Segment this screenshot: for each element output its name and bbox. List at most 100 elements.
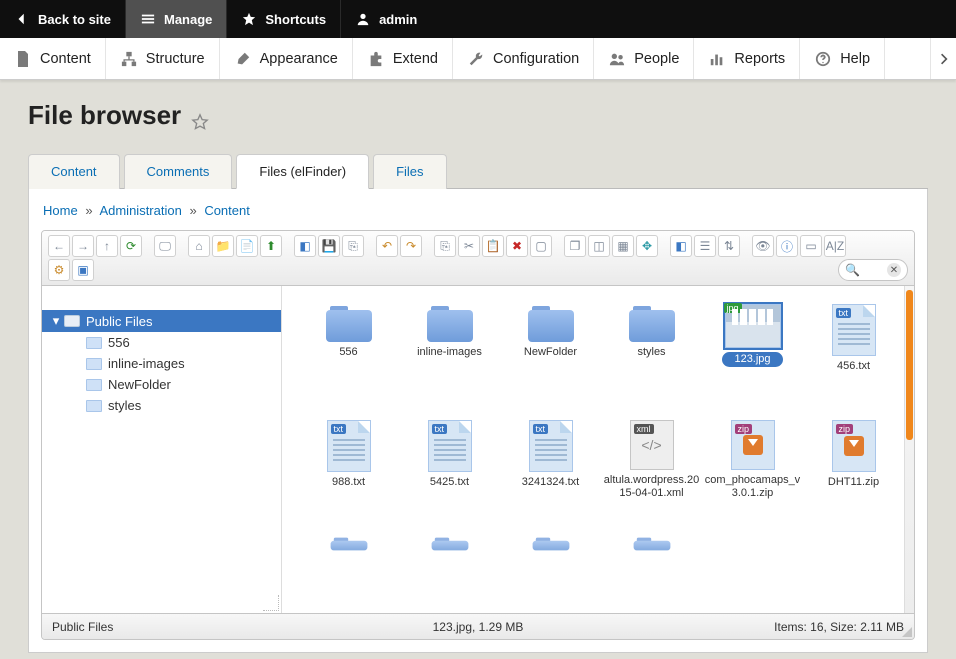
copy-icon[interactable]: ⎘ [434,235,456,257]
paste-icon[interactable]: 📋 [482,235,504,257]
tree-item[interactable]: inline-images [42,353,281,374]
netmount-icon[interactable]: 🖵 [154,235,176,257]
tree-item[interactable]: NewFolder [42,374,281,395]
forward-icon[interactable]: → [72,235,94,257]
folder-icon [532,536,569,550]
extract-icon[interactable]: ⚙ [48,259,70,281]
menu-structure[interactable]: Structure [106,38,220,79]
quicklook-icon[interactable]: ▭ [800,235,822,257]
folder-icon [528,304,574,342]
info-icon[interactable]: ⓘ [776,235,798,257]
shortcuts-menu[interactable]: Shortcuts [227,0,341,38]
home-icon[interactable]: ⌂ [188,235,210,257]
sitemap-icon [120,50,138,68]
breadcrumb: Home » Administration » Content [41,203,915,218]
duplicate-icon[interactable]: ❐ [564,235,586,257]
up-icon[interactable]: ↑ [96,235,118,257]
file-item[interactable]: txt5425.txt [401,420,498,500]
new-folder-icon[interactable]: 📁 [212,235,234,257]
scrollbar[interactable] [904,286,914,613]
scrollbar-thumb[interactable] [906,290,913,440]
bar-chart-icon [708,50,726,68]
elfinder: ← → ↑ ⟳ 🖵 ⌂ 📁 📄 ⬆ ◧ 💾 ⎘ ↶ ↷ [41,230,915,640]
folder-icon [86,379,102,391]
delete-icon[interactable]: ✖ [506,235,528,257]
tree-item-label: styles [108,398,141,413]
tree-item[interactable]: styles [42,395,281,416]
crumb-admin[interactable]: Administration [99,203,181,218]
status-summary: Items: 16, Size: 2.11 MB [774,620,904,634]
menu-configuration-label: Configuration [493,51,579,67]
crumb-home[interactable]: Home [43,203,78,218]
open-icon[interactable]: ◧ [294,235,316,257]
tree-root[interactable]: ▾ Public Files [42,310,281,332]
file-item[interactable] [300,536,397,554]
resize-grip-icon[interactable] [902,627,912,637]
reload-icon[interactable]: ⟳ [120,235,142,257]
menu-extend[interactable]: Extend [353,38,453,79]
shortcuts-label: Shortcuts [265,12,326,27]
file-label: DHT11.zip [828,476,879,489]
menu-overflow[interactable] [930,38,956,79]
tab-content[interactable]: Content [28,154,120,189]
empty-icon[interactable]: ▢ [530,235,552,257]
ef-search[interactable]: 🔍 ✕ [838,259,908,281]
file-item[interactable] [603,536,700,554]
crumb-content[interactable]: Content [204,203,250,218]
view-icons-icon[interactable]: ◧ [670,235,692,257]
resize-handle-icon[interactable] [263,595,279,611]
back-to-site[interactable]: Back to site [0,0,126,38]
file-item[interactable]: NewFolder [502,304,599,384]
file-item[interactable]: xml</>altula.wordpress.2015-04-01.xml [603,420,700,500]
archive-icon[interactable]: ▣ [72,259,94,281]
clear-search-icon[interactable]: ✕ [887,263,901,277]
select-invert-icon[interactable]: ✥ [636,235,658,257]
file-item[interactable]: styles [603,304,700,384]
upload-icon[interactable]: ⬆ [260,235,282,257]
collapse-icon[interactable]: ▾ [50,313,62,329]
folder-icon [427,304,473,342]
download-icon[interactable]: 💾 [318,235,340,257]
back-icon[interactable]: ← [48,235,70,257]
tab-files-elfinder[interactable]: Files (elFinder) [236,154,369,189]
tab-comments[interactable]: Comments [124,154,233,189]
menu-configuration[interactable]: Configuration [453,38,594,79]
menu-content[interactable]: Content [0,38,106,79]
file-item[interactable]: txt988.txt [300,420,397,500]
getfile-icon[interactable]: ⎘ [342,235,364,257]
file-item[interactable]: txt3241324.txt [502,420,599,500]
menu-help[interactable]: Help [800,38,885,79]
help-icon [814,50,832,68]
file-item[interactable]: 556 [300,304,397,384]
folder-icon [326,304,372,342]
menu-reports-label: Reports [734,51,785,67]
select-icon[interactable]: ◫ [588,235,610,257]
file-item[interactable]: jpg123.jpg [704,304,801,384]
cut-icon[interactable]: ✂ [458,235,480,257]
file-item[interactable]: inline-images [401,304,498,384]
view-list-icon[interactable]: ☰ [694,235,716,257]
tree-item[interactable]: 556 [42,332,281,353]
file-item[interactable] [502,536,599,554]
favorite-star-icon[interactable] [191,107,209,125]
file-item[interactable]: zip DHT11.zip [805,420,902,500]
user-menu[interactable]: admin [341,0,431,38]
file-item[interactable] [401,536,498,554]
undo-icon[interactable]: ↶ [376,235,398,257]
rename-icon[interactable]: A|Z [824,235,846,257]
file-item[interactable]: txt456.txt [805,304,902,384]
tab-files[interactable]: Files [373,154,446,189]
zip-file-icon: zip [832,420,876,472]
redo-icon[interactable]: ↷ [400,235,422,257]
preview-icon[interactable]: 👁 [752,235,774,257]
menu-people[interactable]: People [594,38,694,79]
menu-reports[interactable]: Reports [694,38,800,79]
menu-help-label: Help [840,51,870,67]
page-title: File browser [28,100,181,131]
new-file-icon[interactable]: 📄 [236,235,258,257]
sort-icon[interactable]: ⇅ [718,235,740,257]
menu-appearance[interactable]: Appearance [220,38,353,79]
select-all-icon[interactable]: ▦ [612,235,634,257]
manage-menu[interactable]: Manage [126,0,227,38]
file-item[interactable]: zipcom_phocamaps_v3.0.1.zip [704,420,801,500]
